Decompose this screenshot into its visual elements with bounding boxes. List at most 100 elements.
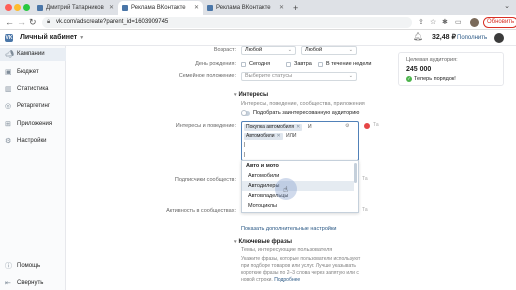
age-to-select[interactable]: Любой ⌄ xyxy=(301,46,357,55)
checkbox-label: В течение недели xyxy=(326,61,372,67)
age-to-value: Любой xyxy=(305,47,323,53)
dropdown-item[interactable]: Мотоциклы xyxy=(242,201,354,211)
sidebar: 📣︎ Кампании ▣ Бюджет ▥ Статистика ◎ Рета… xyxy=(0,46,66,290)
tab-title: Реклама ВКонтакте xyxy=(131,5,186,11)
helper-hint-icon[interactable]: Та xyxy=(362,176,368,183)
browser-tab-3[interactable]: Реклама ВКонтакте ✕ xyxy=(203,1,288,15)
gear-icon: ⚙︎ xyxy=(5,138,12,145)
checkbox-label: Сегодня xyxy=(249,61,271,67)
dropdown-item-label: Мотоциклы xyxy=(248,203,277,209)
remove-tag-icon[interactable]: ✕ xyxy=(276,133,280,139)
back-icon[interactable]: ← xyxy=(5,16,14,29)
checkbox-label: Завтра xyxy=(294,61,312,67)
reload-icon[interactable]: ↻ xyxy=(29,16,37,29)
dropdown-item[interactable]: Автодилеры xyxy=(242,181,354,191)
close-window-icon[interactable] xyxy=(5,4,12,11)
sidebar-item-help[interactable]: ⓘ Помощь xyxy=(0,260,66,273)
wallet-icon: ▣ xyxy=(5,69,12,76)
megaphone-icon: 📣︎ xyxy=(5,51,14,58)
remove-condition-icon[interactable] xyxy=(364,123,370,129)
browser-tab-1[interactable]: Дмитрий Татарников ✕ xyxy=(33,1,118,15)
birthday-today-checkbox[interactable]: Сегодня xyxy=(241,60,270,69)
settings-sliders-icon[interactable]: ⚙︎ xyxy=(345,123,349,130)
forward-icon[interactable]: → xyxy=(17,16,26,29)
pointer-cursor-icon: ☝︎ xyxy=(283,185,288,194)
show-more-settings-link[interactable]: Показать дополнительные настройки xyxy=(241,225,336,233)
tab-title: Реклама ВКонтакте xyxy=(216,5,271,11)
apps-icon: ⊞ xyxy=(5,121,11,128)
sidebar-item-label: Настройки xyxy=(17,138,47,144)
topup-link[interactable]: Пополнить xyxy=(457,33,487,43)
auto-audience-label: Подобрать заинтересованную аудиторию xyxy=(253,110,360,116)
extensions-icon[interactable]: ✱ xyxy=(442,18,448,26)
birthday-week-checkbox[interactable]: В течение недели xyxy=(318,60,372,69)
keywords-title-text: Ключевые фразы xyxy=(238,239,292,245)
dropdown-item[interactable]: Автовладельцы xyxy=(242,191,354,201)
sidebar-item-retargeting[interactable]: ◎ Ретаргетинг xyxy=(0,100,66,113)
user-avatar[interactable] xyxy=(494,33,504,43)
helper-hint-icon[interactable]: Та xyxy=(362,207,368,214)
sidebar-panel-icon[interactable]: ▭ xyxy=(455,18,462,26)
help-icon: ⓘ xyxy=(5,263,12,270)
vk-logo-icon[interactable]: VK xyxy=(5,34,13,42)
tab-search-icon[interactable]: ⌄ xyxy=(504,2,510,10)
cabinet-switcher[interactable]: Личный кабинет ▼ xyxy=(20,33,84,43)
sidebar-item-budget[interactable]: ▣ Бюджет xyxy=(0,66,66,79)
close-tab-icon[interactable]: ✕ xyxy=(194,1,199,15)
address-bar: ← → ↻ 🔒︎ vk.com/adscreate?parent_id=1603… xyxy=(0,15,516,30)
audience-title: Целевая аудитория: xyxy=(406,57,458,63)
chevron-down-icon: ▾ xyxy=(234,92,237,98)
bookmark-star-icon[interactable]: ☆ xyxy=(430,18,436,26)
profile-avatar[interactable] xyxy=(470,18,479,27)
chevron-down-icon: ⌄ xyxy=(348,73,353,79)
tab-title: Дмитрий Татарников xyxy=(46,5,104,11)
sidebar-item-apps[interactable]: ⊞ Приложения xyxy=(0,118,66,131)
remove-tag-icon[interactable]: ✕ xyxy=(296,124,300,130)
dropdown-item[interactable]: Автомобили xyxy=(242,171,354,181)
update-browser-button[interactable]: Обновить xyxy=(483,17,516,28)
check-circle-icon: ✓ xyxy=(406,76,412,82)
family-status-label: Семейное положение: xyxy=(178,73,236,79)
keywords-description-text: Укажите фразы, которые пользователи испо… xyxy=(241,256,361,283)
browser-tab-2[interactable]: Реклама ВКонтакте ✕ xyxy=(118,1,203,15)
auto-audience-toggle[interactable] xyxy=(241,110,250,116)
family-status-select[interactable]: Выберите статусы ⌄ xyxy=(241,72,357,81)
helper-hint-icon[interactable]: Та xyxy=(373,122,379,129)
interests-tag-input[interactable]: Покупка автомобиля ✕ И Автомобили ✕ ИЛИ | … xyxy=(241,121,359,161)
interests-section-title[interactable]: ▾ Интересы xyxy=(234,91,268,100)
keywords-description: Укажите фразы, которые пользователи испо… xyxy=(241,256,361,284)
audience-value: 245 000 xyxy=(406,66,432,73)
dropdown-scrollbar[interactable] xyxy=(354,163,357,183)
close-tab-icon[interactable]: ✕ xyxy=(109,1,114,15)
url-input[interactable]: 🔒︎ vk.com/adscreate?parent_id=1603909745 xyxy=(42,17,412,28)
bell-icon[interactable]: 🔔︎ xyxy=(413,32,423,41)
interests-field-label: Интересы и поведение: xyxy=(175,123,236,129)
chevron-down-icon: ⌄ xyxy=(348,47,353,53)
close-tab-icon[interactable]: ✕ xyxy=(279,1,284,15)
sidebar-item-collapse[interactable]: ⇤ Свернуть xyxy=(0,277,66,290)
url-text: vk.com/adscreate?parent_id=1603909745 xyxy=(56,19,169,25)
sidebar-item-statistics[interactable]: ▥ Статистика xyxy=(0,83,66,96)
vk-favicon-icon xyxy=(37,5,43,11)
age-from-select[interactable]: Любой ⌄ xyxy=(241,46,296,55)
sidebar-item-settings[interactable]: ⚙︎ Настройки xyxy=(0,135,66,148)
tag-label: Покупка автомобиля xyxy=(246,124,295,130)
chevron-down-icon: ▼ xyxy=(79,35,85,41)
sidebar-item-label: Помощь xyxy=(17,263,41,269)
keywords-more-link[interactable]: Подробнее xyxy=(274,277,300,283)
minimize-window-icon[interactable] xyxy=(14,4,21,11)
maximize-window-icon[interactable] xyxy=(23,4,30,11)
vk-favicon-icon xyxy=(122,5,128,11)
sidebar-item-label: Приложения xyxy=(17,121,53,127)
interest-tag: Автомобили ✕ xyxy=(244,133,283,140)
audience-status: ✓ Теперь порядок! xyxy=(406,76,456,83)
text-cursor: | xyxy=(244,142,246,148)
tag-label: Автомобили xyxy=(246,133,275,139)
new-tab-button[interactable]: + xyxy=(293,1,298,15)
text-cursor: | xyxy=(244,152,246,158)
sidebar-item-campaigns[interactable]: 📣︎ Кампании xyxy=(0,48,66,61)
share-icon[interactable]: ⇪ xyxy=(418,18,424,26)
birthday-tomorrow-checkbox[interactable]: Завтра xyxy=(286,60,312,69)
dropdown-item-label: Автомобили xyxy=(248,173,280,179)
interests-dropdown: Авто и мото Автомобили Автодилеры Автовл… xyxy=(241,160,359,213)
